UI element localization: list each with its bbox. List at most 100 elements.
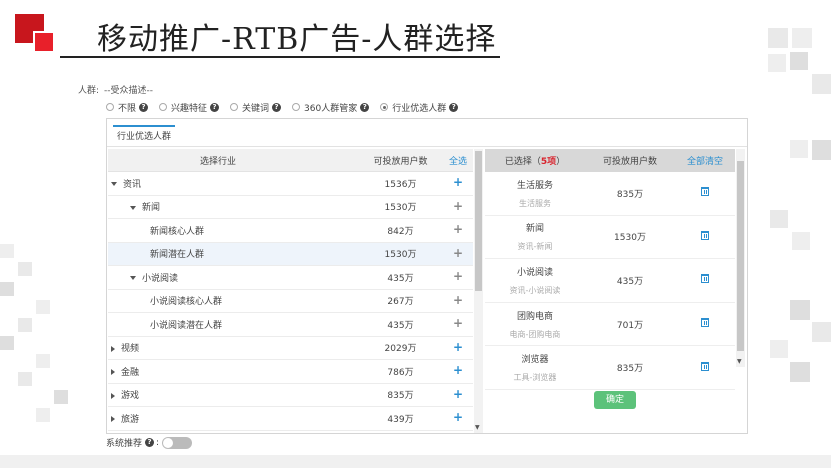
industry-table-header: 选择行业 可投放用户数 全选 [108,149,473,172]
selected-name-cell: 生活服务 生活服务 [485,178,585,209]
crowd-description: --受众描述-- [104,85,153,96]
help-icon[interactable]: ? [449,102,459,112]
user-count: 1530万 [384,250,417,261]
select-all-link[interactable]: 全选 [443,154,473,167]
user-count: 842万 [387,226,414,237]
industry-scrollbar[interactable]: ▼ [474,149,483,433]
add-icon[interactable]: + [453,293,463,307]
expand-arrow-icon[interactable] [111,345,115,352]
industry-name-cell: 小说阅读核心人群 [108,294,358,307]
add-icon[interactable]: + [453,175,463,189]
add-cell: + [443,316,473,330]
trash-icon[interactable] [701,187,709,197]
trash-icon[interactable] [701,230,709,240]
add-icon[interactable]: + [453,316,463,330]
help-icon[interactable]: ? [145,438,155,447]
industry-row[interactable]: 新闻核心人群 842万 + [108,219,473,243]
radio-option-unlimited[interactable]: 不限 ? [106,101,149,114]
expand-arrow-icon[interactable] [111,416,115,423]
selected-path: 生活服务 [519,198,551,208]
decor-square [790,362,810,382]
trash-icon[interactable] [701,318,709,328]
add-icon[interactable]: + [453,199,463,213]
selected-row: 团购电商 电商-团购电商 701万 [485,303,735,347]
user-count: 1530万 [614,233,646,244]
radio-option-keyword[interactable]: 关键词 ? [230,101,282,114]
header-users: 可投放用户数 [373,156,428,167]
industry-row[interactable]: 新闻 1530万 + [108,196,473,219]
system-recommend: 系统推荐 ? : [106,436,193,449]
industry-row[interactable]: 资讯 1536万 + [108,172,473,196]
title-underline [60,56,500,58]
trash-icon[interactable] [701,361,709,371]
selected-name-cell: 新闻 资讯-新闻 [485,221,585,252]
industry-row[interactable]: 小说阅读 435万 + [108,266,473,290]
add-icon[interactable]: + [453,410,463,424]
help-icon[interactable]: ? [360,102,370,112]
trash-icon[interactable] [701,274,709,284]
radio-option-360-manager[interactable]: 360人群管家 ? [292,101,370,114]
radio-button-selected[interactable] [380,103,389,111]
header-industry: 选择行业 [199,156,236,167]
tab-divider [107,146,747,147]
radio-button[interactable] [292,103,301,111]
tab-industry-crowd[interactable]: 行业优选人群 [113,125,176,146]
radio-button[interactable] [106,103,114,111]
expand-arrow-icon[interactable] [111,392,115,399]
user-count: 701万 [616,320,644,331]
radio-label: 不限 [118,103,137,114]
scrollbar-thumb[interactable] [737,161,744,351]
industry-row[interactable]: 视频 2029万 + [108,337,473,360]
add-icon[interactable]: + [453,363,463,377]
expand-arrow-icon[interactable] [111,369,115,376]
add-icon[interactable]: + [453,246,463,260]
clear-all-link[interactable]: 全部清空 [675,154,735,167]
decor-square [790,52,808,70]
delete-cell [675,230,735,243]
crowd-type-radio-group: 不限 ? 兴趣特征 ? 关键词 ? 360人群管家 ? 行业优选人群 ? [106,100,758,114]
decor-square [768,28,788,48]
add-icon[interactable]: + [453,340,463,354]
industry-row[interactable]: 小说阅读核心人群 267万 + [108,290,473,313]
industry-rows: 资讯 1536万 + 新闻 1530万 + 新闻核心人群 842万 + 新闻潜在人群 1530万 + 小… [108,172,473,431]
radio-button[interactable] [230,103,239,111]
decor-square [36,354,50,368]
industry-row[interactable]: 小说阅读潜在人群 435万 + [108,313,473,337]
radio-option-interest[interactable]: 兴趣特征 ? [159,101,220,114]
selected-path: 资讯-新闻 [517,242,553,252]
selected-name-cell: 团购电商 电商-团购电商 [485,309,585,340]
add-icon[interactable]: + [453,222,463,236]
decor-square [36,408,50,422]
system-recommend-toggle[interactable] [162,436,193,449]
add-icon[interactable]: + [453,269,463,283]
scroll-down-arrow[interactable]: ▼ [737,358,742,365]
toggle-knob[interactable] [163,437,174,448]
scrollbar-thumb[interactable] [475,151,482,291]
collapse-arrow-icon[interactable] [130,276,136,281]
industry-row[interactable]: 金融 786万 + [108,360,473,384]
industry-row[interactable]: 旅游 439万 + [108,407,473,431]
selected-scrollbar[interactable]: ▼ [736,149,745,367]
user-count: 435万 [387,273,414,284]
scroll-down-arrow[interactable]: ▼ [475,424,480,431]
industry-row[interactable]: 游戏 835万 + [108,384,473,407]
crowd-row: 人群: --受众描述-- [78,82,758,96]
confirm-button[interactable]: 确定 [594,391,636,409]
user-count: 1536万 [384,179,417,190]
decor-square [18,262,32,276]
collapse-arrow-icon[interactable] [130,205,136,210]
selected-rows: 生活服务 生活服务 835万 新闻 资讯-新闻 1530万 小说阅读 资讯-小说阅读 435万团… [485,172,735,390]
user-count: 835万 [616,189,644,200]
help-icon[interactable]: ? [210,102,220,112]
add-icon[interactable]: + [453,387,463,401]
help-icon[interactable]: ? [139,102,149,112]
decor-square [792,28,812,48]
radio-button[interactable] [159,103,168,111]
radio-option-industry[interactable]: 行业优选人群 ? [380,101,459,114]
decor-square [0,336,14,350]
industry-row[interactable]: 新闻潜在人群 1530万 + [108,242,473,266]
collapse-arrow-icon[interactable] [111,182,117,187]
help-icon[interactable]: ? [272,102,282,112]
system-recommend-colon: : [156,437,160,448]
decor-square [770,340,788,358]
